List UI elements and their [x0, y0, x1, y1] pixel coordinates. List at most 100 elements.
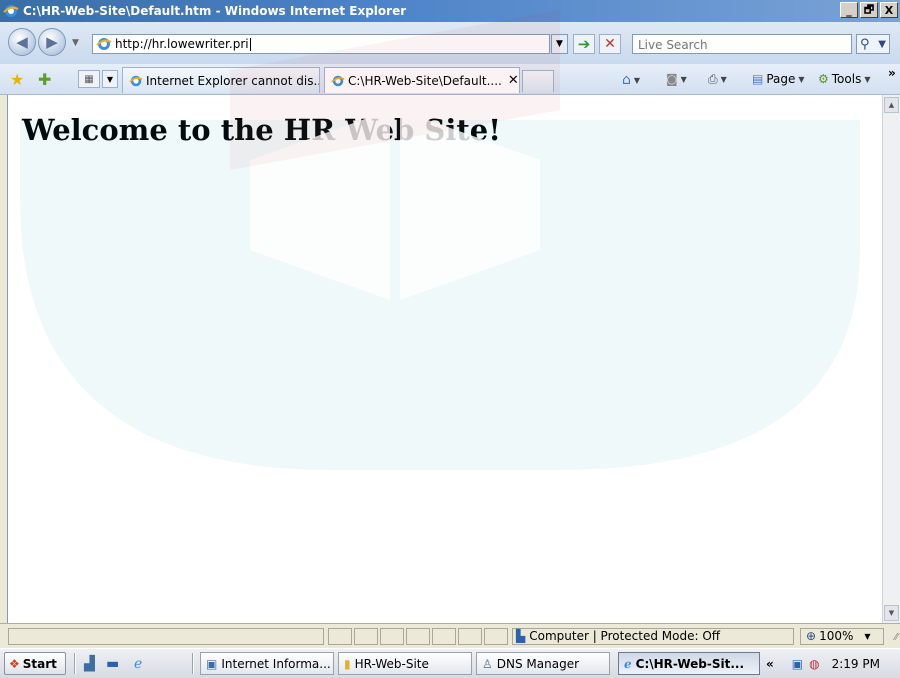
close-window-button[interactable]: X	[880, 2, 898, 18]
page-content[interactable]: Welcome to the HR Web Site!	[8, 95, 882, 623]
tab-label: C:\HR-Web-Site\Default....	[348, 73, 502, 88]
favorites-star-icon[interactable]: ★	[10, 70, 24, 89]
taskbar-separator	[192, 653, 194, 674]
chevron-down-icon: ▼	[798, 74, 805, 84]
server-manager-icon[interactable]: ▟	[84, 656, 95, 672]
system-tray: « ▣ ◍ 2:19 PM	[766, 652, 898, 675]
tools-menu[interactable]: ⚙ Tools ▼	[818, 72, 870, 86]
text-caret	[249, 37, 251, 51]
status-panel	[432, 628, 456, 645]
page-icon: ▤	[752, 72, 764, 86]
quick-tabs-button[interactable]: ▦	[78, 70, 100, 88]
start-label: Start	[22, 656, 57, 671]
forward-arrow-icon: ▶	[46, 33, 58, 51]
tab-list-button[interactable]: ▼	[102, 70, 118, 88]
clock[interactable]: 2:19 PM	[832, 657, 880, 671]
chevron-down-icon: ▼	[864, 74, 871, 84]
more-commands-button[interactable]: »	[888, 66, 896, 80]
page-menu[interactable]: ▤ Page ▼	[752, 72, 805, 86]
search-box[interactable]	[632, 34, 852, 54]
chevron-down-icon: ▼	[864, 631, 871, 641]
tray-expand-button[interactable]: «	[766, 657, 774, 671]
chevron-down-icon: ▼	[720, 75, 727, 84]
taskbar-item-label: DNS Manager	[496, 656, 580, 671]
magnifier-icon: ⚲	[860, 36, 870, 52]
recent-pages-dropdown[interactable]: ▼	[72, 38, 79, 48]
windows-logo-icon: ❖	[9, 656, 20, 671]
tab-ie-icon	[129, 75, 143, 86]
chevron-up-icon: ▲	[888, 101, 895, 109]
taskbar-item-internet-explorer[interactable]: ℯ C:\HR-Web-Sit...	[618, 652, 760, 675]
status-panel	[328, 628, 352, 645]
taskbar-item-hr-web-site[interactable]: ▮ HR-Web-Site	[338, 652, 472, 675]
title-bar[interactable]: C:\HR-Web-Site\Default.htm - Windows Int…	[0, 0, 900, 22]
home-button[interactable]: ⌂ ▼	[622, 72, 640, 88]
printer-icon: ⎙	[708, 72, 718, 86]
vertical-scrollbar[interactable]: ▲ ▼	[882, 95, 900, 623]
zoom-control[interactable]: ⊕ 100% ▼	[806, 629, 871, 643]
security-zone[interactable]: ▙ Computer | Protected Mode: Off	[516, 629, 720, 643]
chevron-down-icon: ▼	[633, 75, 641, 85]
dns-manager-icon: ♙	[482, 656, 493, 671]
taskbar-item-label: C:\HR-Web-Sit...	[635, 656, 745, 671]
stop-x-icon: ✕	[604, 36, 616, 52]
back-arrow-icon: ◀	[16, 33, 28, 51]
add-favorites-icon[interactable]: ✚	[38, 70, 51, 89]
window-title: C:\HR-Web-Site\Default.htm - Windows Int…	[23, 4, 407, 18]
chevron-down-icon: ▼	[888, 609, 895, 617]
volume-muted-icon[interactable]: ◍	[809, 657, 819, 671]
search-button[interactable]: ⚲ ▼	[856, 34, 890, 54]
address-field[interactable]: http://hr.lowewriter.pri	[92, 34, 550, 54]
window-left-border	[0, 95, 8, 623]
tab-toolbar: ★ ✚ ▦ ▼ Internet Explorer cannot dis... …	[0, 64, 900, 95]
tab-default-htm[interactable]: C:\HR-Web-Site\Default.... ✕	[324, 67, 520, 93]
address-toolbar: ◀ ▶ ▼ http://hr.lowewriter.pri ▼ ➔ ✕ ⚲ ▼	[0, 22, 900, 64]
taskbar-item-dns-manager[interactable]: ♙ DNS Manager	[476, 652, 610, 675]
go-arrow-icon: ➔	[577, 35, 591, 53]
scroll-up-button[interactable]: ▲	[884, 97, 899, 113]
new-tab-button[interactable]	[522, 70, 554, 92]
ie-quicklaunch-icon[interactable]: ℯ	[134, 656, 142, 672]
folder-icon: ▮	[344, 656, 351, 671]
page-ie-icon	[96, 38, 112, 50]
tab-ie-cannot-display[interactable]: Internet Explorer cannot dis...	[122, 67, 320, 93]
minimize-button[interactable]: _	[840, 2, 858, 18]
status-bar: ▙ Computer | Protected Mode: Off ⊕ 100% …	[0, 623, 900, 649]
taskbar-item-iis-manager[interactable]: ▣ Internet Informa...	[200, 652, 334, 675]
taskbar-item-label: Internet Informa...	[221, 656, 331, 671]
gear-icon: ⚙	[818, 72, 829, 86]
stop-button[interactable]: ✕	[599, 34, 621, 54]
rss-feed-icon: ◙	[666, 72, 678, 86]
search-input[interactable]	[636, 36, 840, 54]
chevron-down-icon: ▼	[556, 39, 563, 49]
go-button[interactable]: ➔	[573, 34, 595, 54]
feeds-button[interactable]: ◙ ▼	[666, 72, 687, 86]
zoom-level: 100%	[819, 629, 854, 643]
resize-grip-icon[interactable]: ⁄⁄	[895, 632, 898, 643]
zoom-magnifier-icon: ⊕	[806, 629, 817, 643]
home-icon: ⌂	[622, 72, 631, 88]
show-desktop-icon[interactable]: ▬	[106, 656, 119, 672]
taskbar-separator	[74, 653, 76, 674]
page-heading: Welcome to the HR Web Site!	[22, 113, 501, 147]
search-options-dropdown-icon: ▼	[878, 38, 886, 50]
close-tab-icon[interactable]: ✕	[508, 73, 519, 88]
iis-manager-icon: ▣	[206, 656, 218, 671]
address-dropdown-button[interactable]: ▼	[551, 34, 568, 54]
page-menu-label: Page	[766, 72, 796, 86]
network-icon[interactable]: ▣	[792, 657, 803, 671]
address-url: http://hr.lowewriter.pri	[115, 37, 249, 51]
maximize-button[interactable]: 🗗	[860, 2, 878, 18]
status-panel	[406, 628, 430, 645]
quick-tabs-grid-icon: ▦	[84, 73, 94, 85]
internet-explorer-icon	[3, 5, 19, 17]
forward-button[interactable]: ▶	[38, 28, 66, 56]
print-button[interactable]: ⎙ ▼	[708, 72, 727, 87]
status-panel	[484, 628, 508, 645]
start-button[interactable]: ❖ Start	[4, 652, 66, 675]
back-button[interactable]: ◀	[8, 28, 36, 56]
scroll-down-button[interactable]: ▼	[884, 605, 899, 621]
status-panel	[380, 628, 404, 645]
zone-text: Computer | Protected Mode: Off	[529, 629, 721, 643]
ie-taskbar-icon: ℯ	[624, 656, 632, 671]
